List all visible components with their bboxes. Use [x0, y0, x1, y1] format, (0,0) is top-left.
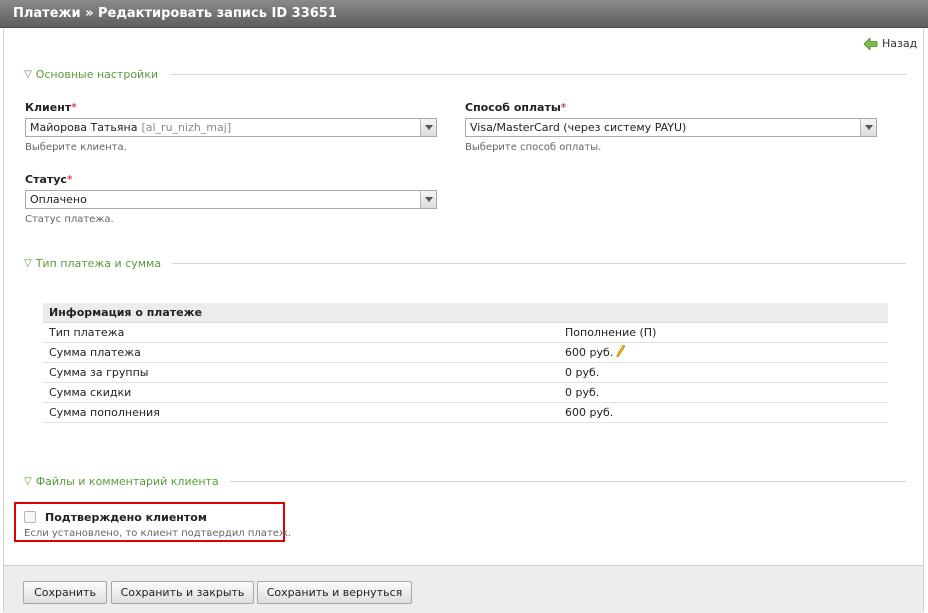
payment-method-label: Способ оплаты*: [465, 101, 566, 114]
row-label: Сумма скидки: [43, 382, 559, 403]
section-divider: [170, 74, 906, 75]
back-link[interactable]: Назад: [864, 37, 917, 50]
section-files-title: Файлы и комментарий клиента: [35, 474, 219, 488]
triangle-down-icon: ▽: [24, 68, 32, 80]
client-select-value: Майорова Татьяна [al_ru_nizh_maj]: [26, 121, 420, 134]
save-button[interactable]: Сохранить: [23, 581, 107, 604]
client-label-text: Клиент: [25, 101, 72, 114]
title-bar: Платежи » Редактировать запись ID 33651: [0, 0, 928, 28]
save-close-button[interactable]: Сохранить и закрыть: [111, 581, 254, 604]
payment-method-hint: Выберите способ оплаты.: [465, 142, 602, 153]
status-value: Оплачено: [30, 193, 87, 206]
table-row: Сумма за группы 0 руб.: [43, 362, 888, 383]
section-payment-title: Тип платежа и сумма: [35, 256, 162, 270]
status-label: Статус*: [25, 173, 72, 186]
required-mark: *: [560, 101, 567, 114]
triangle-down-icon: ▽: [24, 257, 32, 269]
table-row: Сумма пополнения 600 руб.: [43, 402, 888, 423]
payment-method-value: Visa/MasterCard (через систему PAYU): [470, 121, 687, 134]
section-divider: [172, 263, 906, 264]
section-files-legend[interactable]: ▽ Файлы и комментарий клиента: [24, 474, 219, 488]
client-select[interactable]: Майорова Татьяна [al_ru_nizh_maj]: [25, 118, 437, 137]
status-label-text: Статус: [25, 173, 67, 186]
table-header-row: Информация о платеже: [43, 303, 888, 323]
confirmed-hint: Если установлено, то клиент подтвердил п…: [24, 528, 292, 539]
client-label: Клиент*: [25, 101, 77, 114]
row-value: Пополнение (П): [559, 322, 888, 343]
row-value: 600 руб.: [559, 402, 888, 423]
payment-info-table: Информация о платеже Тип платежа Пополне…: [43, 303, 888, 423]
client-login: [al_ru_nizh_maj]: [141, 121, 232, 134]
section-payment-legend[interactable]: ▽ Тип платежа и сумма: [24, 256, 161, 270]
payment-method-select[interactable]: Visa/MasterCard (через систему PAYU): [465, 118, 877, 137]
table-row: Сумма скидки 0 руб.: [43, 382, 888, 403]
section-basic-legend[interactable]: ▽ Основные настройки: [24, 67, 158, 81]
payment-method-label-text: Способ оплаты: [465, 101, 561, 114]
client-name: Майорова Татьяна: [30, 121, 138, 134]
status-hint: Статус платежа.: [25, 214, 114, 225]
chevron-down-icon[interactable]: [420, 191, 436, 208]
row-value: 0 руб.: [559, 362, 888, 383]
pencil-icon[interactable]: [616, 344, 626, 361]
row-value: 0 руб.: [559, 382, 888, 403]
row-value: 600 руб.: [565, 345, 614, 359]
chevron-down-icon[interactable]: [420, 119, 436, 136]
section-divider: [230, 481, 906, 482]
required-mark: *: [71, 101, 77, 114]
row-label: Тип платежа: [43, 322, 559, 343]
chevron-down-icon[interactable]: [860, 119, 876, 136]
save-return-button[interactable]: Сохранить и вернуться: [257, 581, 412, 604]
row-label: Сумма пополнения: [43, 402, 559, 423]
required-mark: *: [66, 173, 73, 186]
row-value-cell: 600 руб.: [559, 342, 888, 363]
row-label: Сумма за группы: [43, 362, 559, 383]
table-row: Тип платежа Пополнение (П): [43, 322, 888, 343]
confirmed-label[interactable]: Подтверждено клиентом: [45, 511, 207, 524]
confirmed-checkbox[interactable]: [24, 511, 36, 523]
page-title: Платежи » Редактировать запись ID 33651: [13, 6, 337, 21]
status-select[interactable]: Оплачено: [25, 190, 437, 209]
client-hint: Выберите клиента.: [25, 142, 127, 153]
section-basic-title: Основные настройки: [35, 67, 158, 81]
row-label: Сумма платежа: [43, 342, 559, 363]
payment-info-title: Информация о платеже: [43, 303, 888, 323]
back-label: Назад: [882, 37, 918, 50]
table-row: Сумма платежа 600 руб.: [43, 342, 888, 363]
triangle-down-icon: ▽: [24, 475, 32, 487]
back-arrow-icon: [864, 37, 878, 50]
